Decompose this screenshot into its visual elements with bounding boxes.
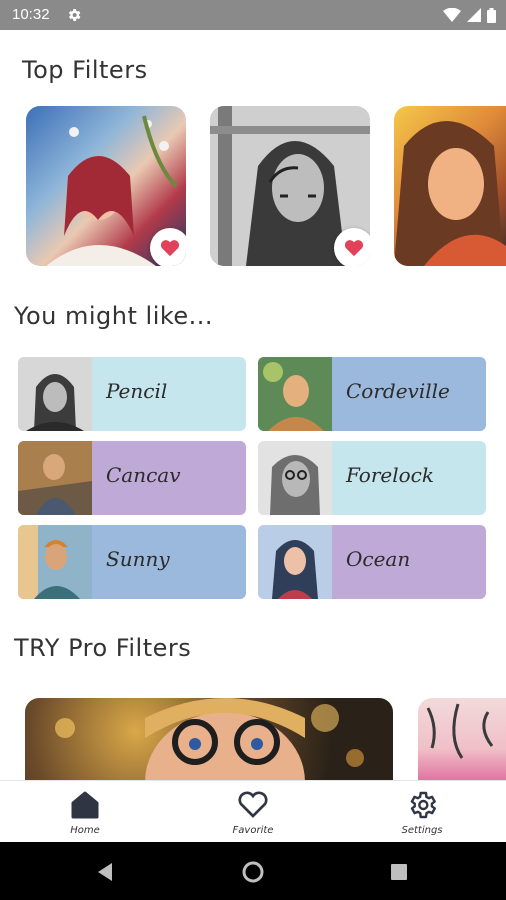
top-filter-card[interactable] (210, 106, 370, 266)
filter-item-label: Forelock (346, 463, 434, 487)
top-filters-title: Top Filters (22, 56, 148, 84)
top-filter-card[interactable] (26, 106, 186, 266)
system-navigation-bar (0, 842, 506, 900)
battery-icon (487, 7, 496, 23)
filter-thumbnail (258, 357, 332, 431)
favorite-button[interactable] (334, 228, 370, 266)
filter-preview-image (55, 698, 364, 782)
signal-icon (467, 8, 481, 22)
wifi-icon (443, 8, 461, 22)
favorite-button[interactable] (150, 228, 186, 266)
filter-item-pencil[interactable]: Pencil (18, 357, 246, 431)
filter-thumbnail (258, 525, 332, 599)
filter-item-label: Cordeville (346, 379, 450, 403)
home-circle-icon[interactable] (242, 861, 264, 883)
nav-settings[interactable]: Settings (362, 781, 482, 843)
pro-filter-card[interactable] (25, 698, 393, 782)
filter-item-label: Sunny (106, 547, 170, 571)
filter-item-sunny[interactable]: Sunny (18, 525, 246, 599)
top-filter-card[interactable] (394, 106, 506, 266)
filter-preview-image (394, 121, 506, 266)
filter-item-cordeville[interactable]: Cordeville (258, 357, 486, 431)
settings-gear-icon (68, 9, 81, 21)
status-time: 10:32 (12, 6, 50, 23)
filter-thumbnail (18, 357, 92, 431)
filter-item-label: Ocean (346, 547, 411, 571)
filter-item-label: Cancav (106, 463, 181, 487)
recents-icon[interactable] (390, 863, 408, 881)
bottom-navigation: Home Favorite Settings (0, 780, 506, 843)
nav-favorite-label: Favorite (232, 825, 274, 836)
filter-thumbnail (258, 441, 332, 515)
heart-icon (344, 240, 364, 257)
filter-item-cancav[interactable]: Cancav (18, 441, 246, 515)
heart-outline-icon (238, 791, 268, 818)
nav-settings-label: Settings (401, 825, 443, 836)
filter-item-forelock[interactable]: Forelock (258, 441, 486, 515)
pro-filter-card[interactable] (418, 698, 506, 782)
settings-icon (410, 791, 436, 819)
back-icon[interactable] (96, 862, 114, 882)
nav-home-label: Home (70, 825, 100, 836)
filter-item-label: Pencil (106, 379, 168, 403)
you-might-like-title: You might like... (14, 302, 214, 330)
status-bar: 10:32 (0, 0, 506, 30)
pro-filters-title: TRY Pro Filters (14, 634, 192, 662)
filter-preview-image (426, 703, 494, 759)
home-icon (71, 791, 99, 819)
filter-thumbnail (18, 441, 92, 515)
filter-item-ocean[interactable]: Ocean (258, 525, 486, 599)
nav-home[interactable]: Home (25, 781, 145, 843)
nav-favorite[interactable]: Favorite (193, 781, 313, 843)
heart-icon (160, 240, 180, 257)
filter-thumbnail (18, 525, 92, 599)
